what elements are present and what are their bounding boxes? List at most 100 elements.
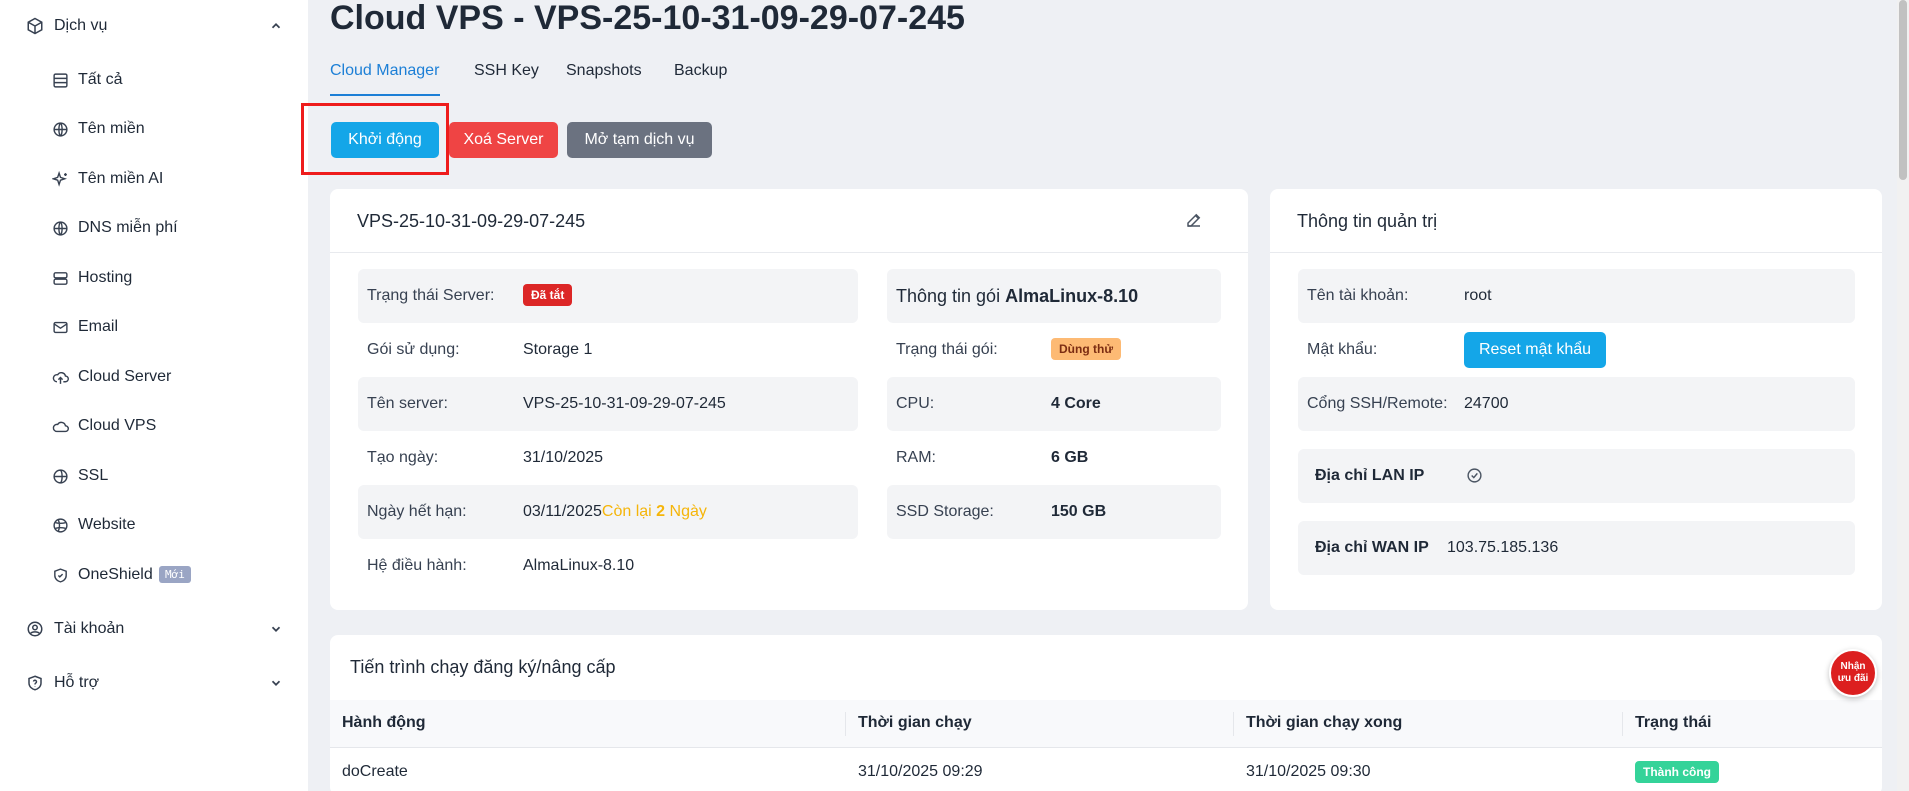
- ssh-port-row: Cổng SSH/Remote: 24700: [1298, 377, 1855, 431]
- promo-line: Nhận: [1840, 661, 1866, 672]
- table-title: Tiến trình chạy đăng ký/nâng cấp: [350, 657, 616, 677]
- sparkles-icon: [50, 169, 70, 189]
- column-header: Thời gian chạy xong: [1246, 714, 1403, 731]
- created-row: Tạo ngày: 31/10/2025: [358, 431, 858, 485]
- process-table-card: Tiến trình chạy đăng ký/nâng cấp Hành độ…: [330, 635, 1882, 791]
- sidebar-item-oneshield[interactable]: OneShield Mới: [0, 555, 308, 595]
- table-cell: 31/10/2025 09:30: [1246, 763, 1371, 780]
- sidebar-item-label: Tên miền: [78, 120, 145, 137]
- sidebar-item-free-dns[interactable]: DNS miễn phí: [0, 208, 308, 248]
- active-tab-indicator: [330, 94, 440, 96]
- row-value: 31/10/2025: [523, 449, 604, 466]
- promo-button[interactable]: Nhận ưu đãi: [1829, 649, 1877, 697]
- table-cell: 31/10/2025 09:29: [858, 763, 983, 780]
- sidebar-item-ai-domains[interactable]: Tên miền AI: [0, 159, 308, 199]
- page-title: Cloud VPS - VPS-25-10-31-09-29-07-245: [330, 0, 965, 37]
- unsuspend-service-button[interactable]: Mở tạm dịch vụ: [567, 122, 712, 158]
- sidebar-item-label: Tất cả: [78, 71, 123, 88]
- server-info-card: VPS-25-10-31-09-29-07-245 Trạng thái Ser…: [330, 189, 1248, 610]
- card-header: VPS-25-10-31-09-29-07-245: [330, 189, 1248, 253]
- nav-group-support[interactable]: Hỗ trợ: [0, 663, 308, 703]
- row-value: 24700: [1464, 395, 1509, 412]
- row-value: root: [1464, 287, 1492, 304]
- package-heading-row: Thông tin gói AlmaLinux-8.10: [887, 269, 1221, 323]
- check-circle-icon: [1466, 467, 1483, 489]
- highlight-annotation: [301, 103, 449, 175]
- package-status-badge: Dùng thử: [1051, 338, 1122, 360]
- expire-row: Ngày hết hạn: 03/11/2025Còn lại 2 Ngày: [358, 485, 858, 539]
- trial-tag: Dùng thử: [1051, 338, 1122, 360]
- nav-group-label: Tài khoản: [54, 620, 125, 637]
- row-label: Trạng thái gói:: [896, 341, 998, 358]
- sidebar-item-ssl[interactable]: SSL: [0, 456, 308, 496]
- edit-icon[interactable]: [1185, 211, 1203, 234]
- column-divider: [845, 712, 846, 736]
- sidebar-item-email[interactable]: Email: [0, 307, 308, 347]
- server-card-title: VPS-25-10-31-09-29-07-245: [357, 211, 586, 231]
- row-label: Tên tài khoản:: [1307, 287, 1409, 304]
- lan-ip-row: Địa chỉ LAN IP: [1298, 449, 1855, 503]
- package-heading-name: AlmaLinux-8.10: [1005, 286, 1139, 306]
- cloud-icon: [50, 416, 70, 436]
- sidebar-item-domains[interactable]: Tên miền: [0, 109, 308, 149]
- column-divider: [1622, 712, 1623, 736]
- sidebar-item-label: DNS miễn phí: [78, 219, 178, 236]
- row-label: Gói sử dụng:: [367, 341, 460, 358]
- row-label: Tên server:: [367, 395, 448, 412]
- reset-password-button[interactable]: Reset mật khẩu: [1464, 332, 1606, 368]
- shield-question-icon: [24, 672, 46, 694]
- row-value: 103.75.185.136: [1447, 539, 1559, 556]
- sidebar-item-cloud-server[interactable]: Cloud Server: [0, 357, 308, 397]
- sidebar-item-website[interactable]: Website: [0, 505, 308, 545]
- tab-backup[interactable]: Backup: [674, 62, 727, 80]
- status-badge: Đã tắt: [523, 284, 573, 306]
- sidebar-item-label: Website: [78, 516, 136, 533]
- table-cell: Thành công: [1635, 761, 1719, 783]
- os-row: Hệ điều hành: AlmaLinux-8.10: [358, 539, 858, 593]
- ram-row: RAM: 6 GB: [887, 431, 1221, 485]
- sidebar-item-label: Hosting: [78, 269, 133, 286]
- scrollbar-thumb[interactable]: [1899, 0, 1907, 180]
- server-name-row: Tên server: VPS-25-10-31-09-29-07-245: [358, 377, 858, 431]
- chevron-down-icon: [266, 673, 286, 693]
- row-value: 03/11/2025Còn lại 2 Ngày: [523, 503, 707, 521]
- sidebar-item-hosting[interactable]: Hosting: [0, 258, 308, 298]
- promo-line: ưu đãi: [1837, 673, 1869, 684]
- row-label: Cổng SSH/Remote:: [1307, 395, 1448, 412]
- remaining-days: Còn lại 2 Ngày: [602, 503, 707, 520]
- page-scrollbar[interactable]: [1897, 0, 1909, 791]
- chevron-down-icon: [266, 619, 286, 639]
- row-label: Mật khẩu:: [1307, 341, 1378, 358]
- cloud-upload-icon: [50, 367, 70, 387]
- server-status-row: Trạng thái Server: Đã tắt: [358, 269, 858, 323]
- remaining-suffix: Ngày: [669, 503, 707, 520]
- mail-icon: [50, 317, 70, 337]
- chevron-up-icon: [266, 16, 286, 36]
- sidebar-item-all[interactable]: Tất cả: [0, 60, 308, 100]
- globe-icon: [50, 218, 70, 238]
- tab-cloud-manager[interactable]: Cloud Manager: [330, 62, 439, 80]
- nav-group-label: Hỗ trợ: [54, 674, 100, 691]
- sidebar-item-label: SSL: [78, 467, 109, 484]
- tab-ssh-key[interactable]: SSH Key: [474, 62, 539, 80]
- wan-ip-row: Địa chỉ WAN IP 103.75.185.136: [1298, 521, 1855, 575]
- admin-card-title: Thông tin quản trị: [1297, 211, 1438, 231]
- tab-snapshots[interactable]: Snapshots: [566, 62, 642, 80]
- remaining-prefix: Còn lại: [601, 503, 652, 520]
- server-off-tag: Đã tắt: [523, 284, 573, 306]
- row-label: Địa chỉ WAN IP: [1315, 539, 1429, 556]
- row-label: Địa chỉ LAN IP: [1315, 467, 1425, 484]
- nav-group-services[interactable]: Dịch vụ: [0, 6, 308, 46]
- row-value: 4 Core: [1051, 395, 1101, 412]
- column-header: Thời gian chạy: [858, 714, 972, 731]
- delete-server-button[interactable]: Xoá Server: [449, 122, 558, 158]
- password-row: Mật khẩu: Reset mật khẩu: [1298, 323, 1855, 377]
- row-label: Hệ điều hành:: [367, 557, 467, 574]
- success-tag: Thành công: [1635, 761, 1719, 783]
- sidebar-item-cloud-vps[interactable]: Cloud VPS: [0, 406, 308, 446]
- cube-icon: [24, 15, 46, 37]
- row-label: CPU:: [896, 395, 935, 412]
- nav-group-account[interactable]: Tài khoản: [0, 609, 308, 649]
- admin-info-card: Thông tin quản trị Tên tài khoản: root M…: [1270, 189, 1882, 610]
- sidebar: Dịch vụ Tất cả Tên miền Tên miền AI DNS …: [0, 0, 308, 791]
